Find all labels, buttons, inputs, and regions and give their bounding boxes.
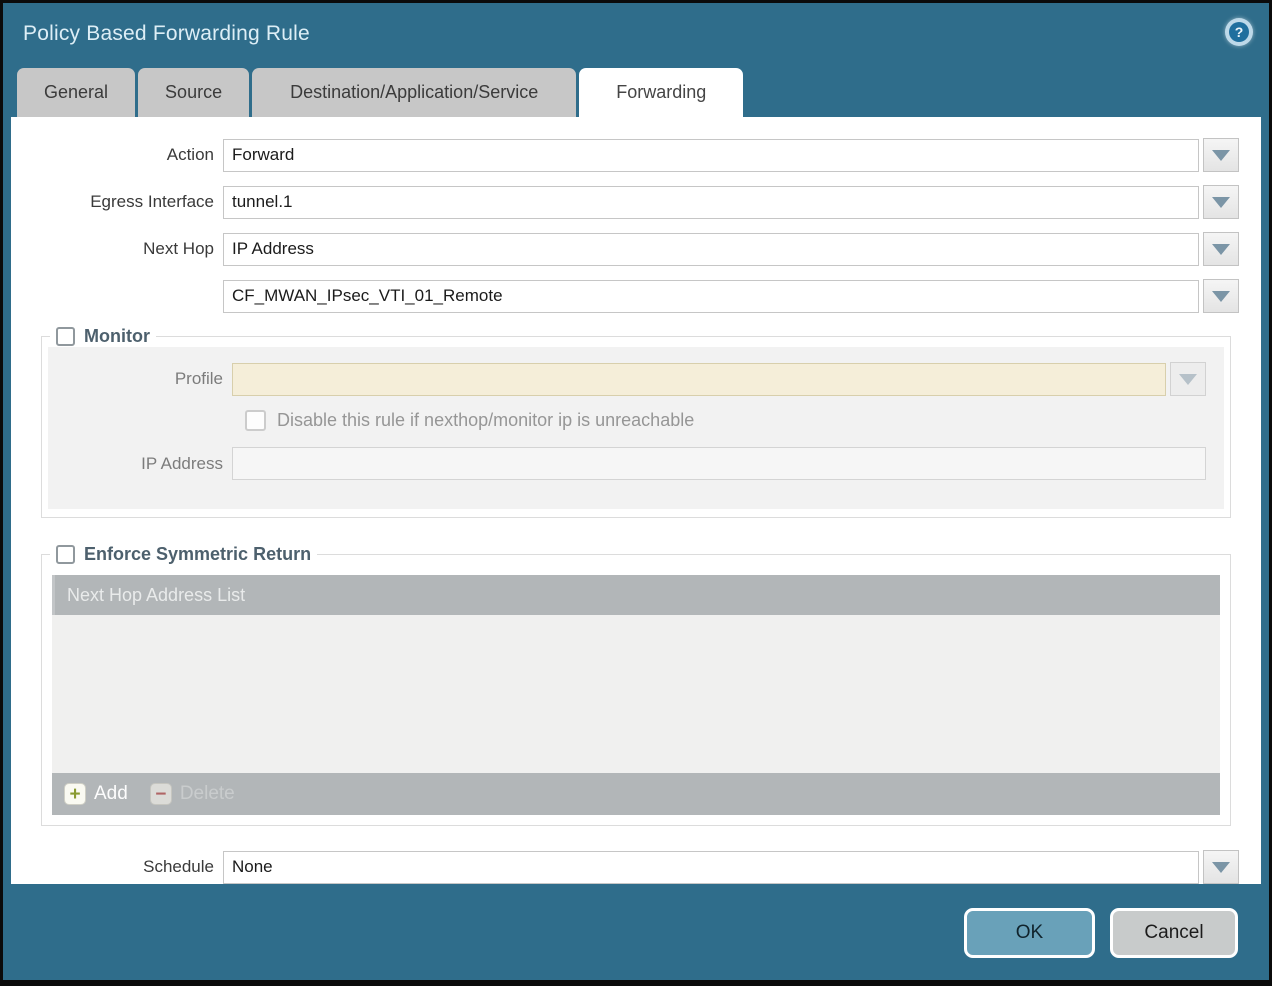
monitor-legend: Monitor [50, 326, 156, 347]
next-hop-address-dropdown-button[interactable] [1203, 279, 1239, 313]
action-field[interactable]: Forward [223, 139, 1199, 172]
dropdown-arrow-icon [1212, 291, 1230, 302]
disable-rule-label: Disable this rule if nexthop/monitor ip … [277, 410, 694, 431]
schedule-dropdown-button[interactable] [1203, 850, 1239, 884]
action-row: Action Forward [11, 138, 1239, 172]
cancel-button[interactable]: Cancel [1110, 908, 1238, 958]
enforce-symmetric-return-legend: Enforce Symmetric Return [50, 544, 317, 565]
dropdown-arrow-icon [1212, 244, 1230, 255]
enforce-symmetric-return-section: Enforce Symmetric Return Next Hop Addres… [41, 544, 1231, 826]
schedule-row: Schedule None [11, 850, 1239, 884]
action-dropdown-button[interactable] [1203, 138, 1239, 172]
dropdown-arrow-icon [1212, 197, 1230, 208]
monitor-section-label: Monitor [84, 326, 150, 347]
disable-rule-row: Disable this rule if nexthop/monitor ip … [245, 410, 1220, 431]
next-hop-address-table: Next Hop Address List + Add − Delete [52, 575, 1220, 815]
monitor-ip-address-row: IP Address [48, 447, 1206, 480]
action-label: Action [11, 145, 223, 165]
tab-destination-application-service[interactable]: Destination/Application/Service [252, 68, 576, 117]
monitor-ip-address-field [232, 447, 1206, 480]
add-icon: + [64, 783, 86, 805]
delete-icon: − [150, 783, 172, 805]
dropdown-arrow-icon [1212, 150, 1230, 161]
next-hop-type-dropdown-button[interactable] [1203, 232, 1239, 266]
dialog-title: Policy Based Forwarding Rule [23, 22, 310, 46]
add-button[interactable]: + Add [64, 783, 128, 805]
monitor-checkbox[interactable] [56, 327, 75, 346]
next-hop-address-field[interactable]: CF_MWAN_IPsec_VTI_01_Remote [223, 280, 1199, 313]
next-hop-address-row: CF_MWAN_IPsec_VTI_01_Remote [11, 279, 1239, 313]
help-button[interactable]: ? [1225, 18, 1253, 46]
ok-button[interactable]: OK [964, 908, 1095, 958]
egress-interface-field[interactable]: tunnel.1 [223, 186, 1199, 219]
dropdown-arrow-icon [1212, 862, 1230, 873]
next-hop-address-list-body[interactable] [52, 615, 1220, 773]
egress-interface-dropdown-button[interactable] [1203, 185, 1239, 219]
profile-dropdown-button [1170, 362, 1206, 396]
monitor-section: Monitor Profile Disable this rule if nex… [41, 326, 1231, 518]
monitor-panel: Profile Disable this rule if nexthop/mon… [48, 347, 1224, 509]
pbf-rule-dialog: Policy Based Forwarding Rule ? General S… [0, 0, 1272, 986]
next-hop-type-field[interactable]: IP Address [223, 233, 1199, 266]
help-icon: ? [1229, 22, 1249, 42]
table-toolbar: + Add − Delete [52, 773, 1220, 815]
schedule-label: Schedule [11, 857, 223, 877]
profile-field [232, 363, 1166, 396]
egress-interface-row: Egress Interface tunnel.1 [11, 185, 1239, 219]
schedule-field[interactable]: None [223, 851, 1199, 884]
dialog-titlebar: Policy Based Forwarding Rule ? [3, 3, 1269, 65]
tab-forwarding[interactable]: Forwarding [579, 68, 743, 117]
profile-label: Profile [48, 369, 232, 389]
delete-button: − Delete [150, 783, 235, 805]
enforce-symmetric-return-checkbox[interactable] [56, 545, 75, 564]
egress-interface-label: Egress Interface [11, 192, 223, 212]
next-hop-row: Next Hop IP Address [11, 232, 1239, 266]
enforce-symmetric-return-label: Enforce Symmetric Return [84, 544, 311, 565]
next-hop-address-list-header: Next Hop Address List [52, 575, 1220, 615]
next-hop-label: Next Hop [11, 239, 223, 259]
tab-source[interactable]: Source [138, 68, 249, 117]
dialog-footer: OK Cancel [3, 883, 1269, 980]
delete-button-label: Delete [180, 783, 235, 805]
forwarding-tab-panel: Action Forward Egress Interface tunnel.1… [11, 117, 1261, 884]
disable-rule-checkbox [245, 410, 266, 431]
add-button-label: Add [94, 783, 128, 805]
profile-row: Profile [48, 362, 1206, 396]
tab-general[interactable]: General [17, 68, 135, 117]
dropdown-arrow-icon [1179, 374, 1197, 385]
tab-bar: General Source Destination/Application/S… [3, 65, 1269, 117]
monitor-ip-address-label: IP Address [48, 454, 232, 474]
